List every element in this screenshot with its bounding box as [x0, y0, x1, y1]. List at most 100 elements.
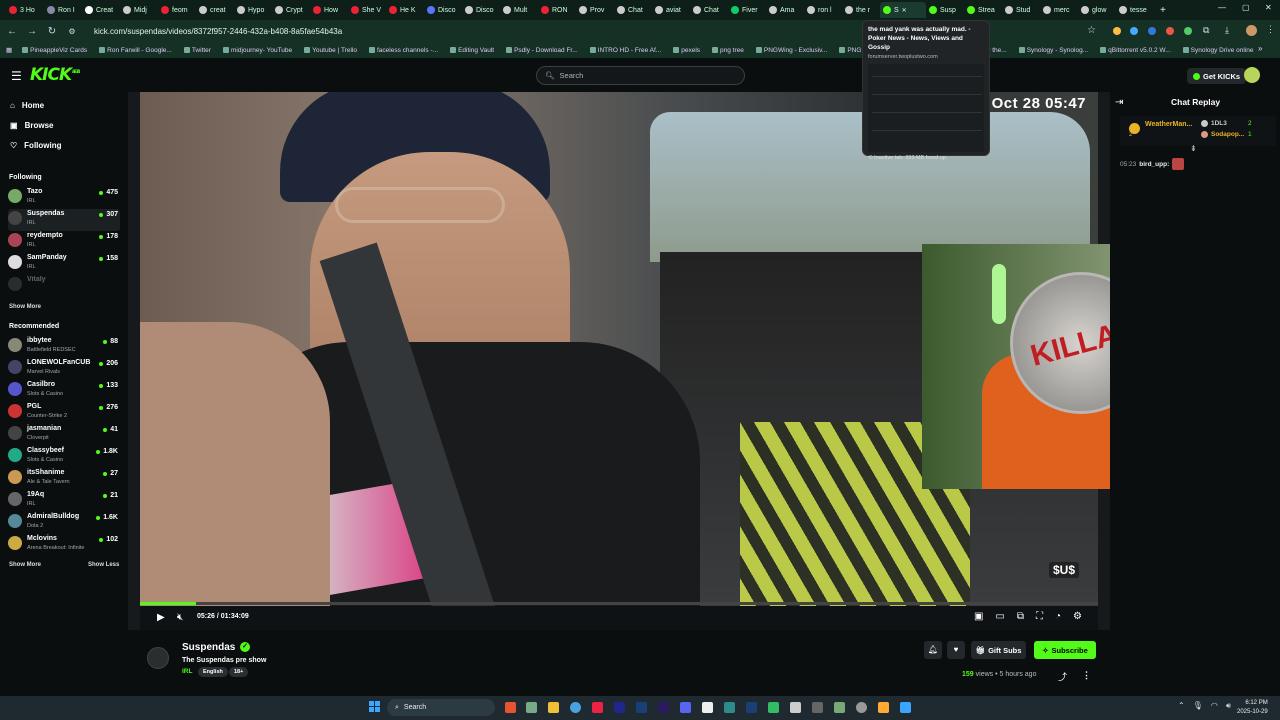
- browser-tab[interactable]: Disco: [462, 2, 500, 18]
- bookmark-item[interactable]: Synology Drive online: [1182, 47, 1254, 54]
- chrome-icon[interactable]: [570, 702, 581, 713]
- browser-tab[interactable]: She V: [348, 2, 386, 18]
- bookmark-item[interactable]: midjourney- YouTube: [222, 47, 292, 54]
- chevron-up-icon[interactable]: ⌃: [1178, 701, 1185, 711]
- app-icon[interactable]: [878, 702, 889, 713]
- extension-icon[interactable]: [1148, 27, 1156, 35]
- bookmark-item[interactable]: Synology - Synolog...: [1018, 47, 1088, 54]
- gifter-name[interactable]: 1DL3: [1211, 120, 1227, 127]
- browser-menu-icon[interactable]: ⋮: [1266, 24, 1275, 35]
- extensions-puzzle-icon[interactable]: ⧉: [1203, 25, 1209, 36]
- site-info-icon[interactable]: ⚙: [64, 27, 80, 36]
- video-progress-bar[interactable]: [140, 602, 1098, 605]
- downloads-icon[interactable]: ⤓: [1225, 25, 1229, 36]
- sidebar-channel-sampanday[interactable]: SamPanday IRL 158: [8, 253, 120, 275]
- sidebar-channel-classybeef[interactable]: Classybeef Slots & Casino 1.8K: [8, 446, 120, 468]
- maximize-window-button[interactable]: ▢: [1242, 3, 1250, 12]
- tag-age[interactable]: 18+: [229, 667, 249, 677]
- apps-grid-icon[interactable]: ▦: [6, 46, 12, 54]
- follow-heart-icon[interactable]: ♥: [947, 641, 965, 659]
- video-player[interactable]: Oct 28 05:47 $U$ KILLA ▶ 🔇︎ 05:26 / 01:3…: [128, 92, 1110, 630]
- clip-icon[interactable]: ▣: [974, 611, 983, 622]
- app-icon[interactable]: [702, 702, 713, 713]
- extension-icon[interactable]: [1113, 27, 1121, 35]
- bookmark-item[interactable]: Psdly - Download Fr...: [506, 47, 578, 54]
- tag-language[interactable]: English: [198, 667, 228, 677]
- browser-tab[interactable]: He K: [386, 2, 424, 18]
- pip-icon[interactable]: ⧉: [1017, 611, 1024, 622]
- app-icon[interactable]: [505, 702, 516, 713]
- fullscreen-icon[interactable]: ⛶: [1036, 611, 1043, 622]
- show-less-recommended-button[interactable]: Show Less: [88, 562, 119, 568]
- browser-tab[interactable]: S ✕: [880, 2, 926, 18]
- mute-icon[interactable]: 🔇︎: [177, 612, 183, 623]
- reload-icon[interactable]: ↻: [44, 26, 60, 37]
- expand-pinned-icon[interactable]: ⇟: [1190, 144, 1197, 153]
- notification-bell-icon[interactable]: 🔔︎: [924, 641, 942, 659]
- premiere-icon[interactable]: [658, 702, 669, 713]
- microphone-icon[interactable]: 🎙︎: [1193, 701, 1203, 711]
- close-tab-icon[interactable]: ✕: [902, 7, 907, 14]
- app-icon[interactable]: [592, 702, 603, 713]
- profile-avatar[interactable]: [1246, 25, 1257, 36]
- after-effects-icon[interactable]: [614, 702, 625, 713]
- taskbar-clock[interactable]: 6:12 PM 2025-10-29: [1237, 699, 1268, 717]
- bookmark-item[interactable]: qBittorrent v5.0.2 W...: [1100, 47, 1171, 54]
- sidebar-channel-pgl[interactable]: PGL Counter-Strike 2 276: [8, 402, 120, 424]
- taskbar-search[interactable]: ⌕ Search: [387, 699, 495, 716]
- bookmark-item[interactable]: Ron Farwill - Google...: [99, 47, 172, 54]
- gift-subs-button[interactable]: 🎁︎ Gift Subs: [971, 641, 1026, 659]
- app-icon[interactable]: [526, 702, 537, 713]
- browser-tab[interactable]: Ron I: [44, 2, 82, 18]
- browser-tab[interactable]: Hypo: [234, 2, 272, 18]
- browser-tab[interactable]: Ama: [766, 2, 804, 18]
- sidebar-channel-tazo[interactable]: Tazo IRL 475: [8, 187, 120, 209]
- app-icon[interactable]: [724, 702, 735, 713]
- browser-tab[interactable]: 3 Ho: [6, 2, 44, 18]
- more-options-icon[interactable]: ⋮: [1082, 670, 1091, 681]
- browser-tab[interactable]: Chat: [614, 2, 652, 18]
- bookmark-item[interactable]: PineappleViz Cards: [22, 47, 87, 54]
- top-gifter-name[interactable]: WeatherMan...: [1145, 121, 1192, 128]
- browser-tab[interactable]: Stud: [1002, 2, 1040, 18]
- browser-tab[interactable]: Fiver: [728, 2, 766, 18]
- show-more-following-button[interactable]: Show More: [9, 304, 41, 310]
- windows-start-icon[interactable]: [369, 701, 380, 712]
- search-input[interactable]: 🔍︎ Search: [536, 66, 745, 85]
- browser-tab[interactable]: Midj: [120, 2, 158, 18]
- bookmark-item[interactable]: png tree: [712, 47, 744, 54]
- browser-tab[interactable]: Disco: [424, 2, 462, 18]
- sidebar-channel-vitaly[interactable]: Vitaly: [8, 275, 120, 297]
- settings-gear-icon[interactable]: ⚙: [1073, 611, 1082, 622]
- kick-logo[interactable]: KICKBETA: [30, 65, 80, 85]
- sidebar-channel-19aq[interactable]: 19Aq IRL 21: [8, 490, 120, 512]
- browser-tab[interactable]: tesse: [1116, 2, 1154, 18]
- back-icon[interactable]: ←: [4, 26, 20, 37]
- extension-icon[interactable]: [1130, 27, 1138, 35]
- sidebar-channel-reydempto[interactable]: reydempto IRL 178: [8, 231, 120, 253]
- sidebar-channel-lonewolfancub[interactable]: LONEWOLFanCUB Marvel Rivals 206: [8, 358, 120, 380]
- play-icon[interactable]: ▶: [157, 612, 165, 623]
- photoshop-icon[interactable]: [636, 702, 647, 713]
- subscribe-button[interactable]: ✧ Subscribe: [1034, 641, 1096, 659]
- wifi-icon[interactable]: ◠: [1211, 701, 1218, 711]
- discord-icon[interactable]: [680, 702, 691, 713]
- browser-tab[interactable]: Chat: [690, 2, 728, 18]
- minimize-window-button[interactable]: —: [1218, 3, 1226, 12]
- browser-tab[interactable]: ron l: [804, 2, 842, 18]
- browser-tab[interactable]: Strea: [964, 2, 1002, 18]
- browser-tab[interactable]: the r: [842, 2, 880, 18]
- hamburger-menu-icon[interactable]: ☰: [11, 69, 22, 83]
- more-bookmarks-icon[interactable]: »: [1258, 44, 1262, 53]
- browser-tab[interactable]: Mult: [500, 2, 538, 18]
- bookmark-item[interactable]: Twitter: [183, 47, 211, 54]
- sidebar-channel-ibbytee[interactable]: ibbytee Battlefield REDSEC 88: [8, 336, 120, 358]
- bookmark-item[interactable]: INTRO HD - Free Af...: [589, 47, 661, 54]
- browser-tab[interactable]: RON: [538, 2, 576, 18]
- sidebar-item-following[interactable]: ♡ Following: [10, 141, 62, 150]
- app-icon[interactable]: [768, 702, 779, 713]
- sidebar-channel-itsshanime[interactable]: itsShanime Ale & Tale Tavern 27: [8, 468, 120, 490]
- browser-tab[interactable]: Creat: [82, 2, 120, 18]
- channel-name[interactable]: Suspendas: [182, 642, 235, 653]
- file-explorer-icon[interactable]: [548, 702, 559, 713]
